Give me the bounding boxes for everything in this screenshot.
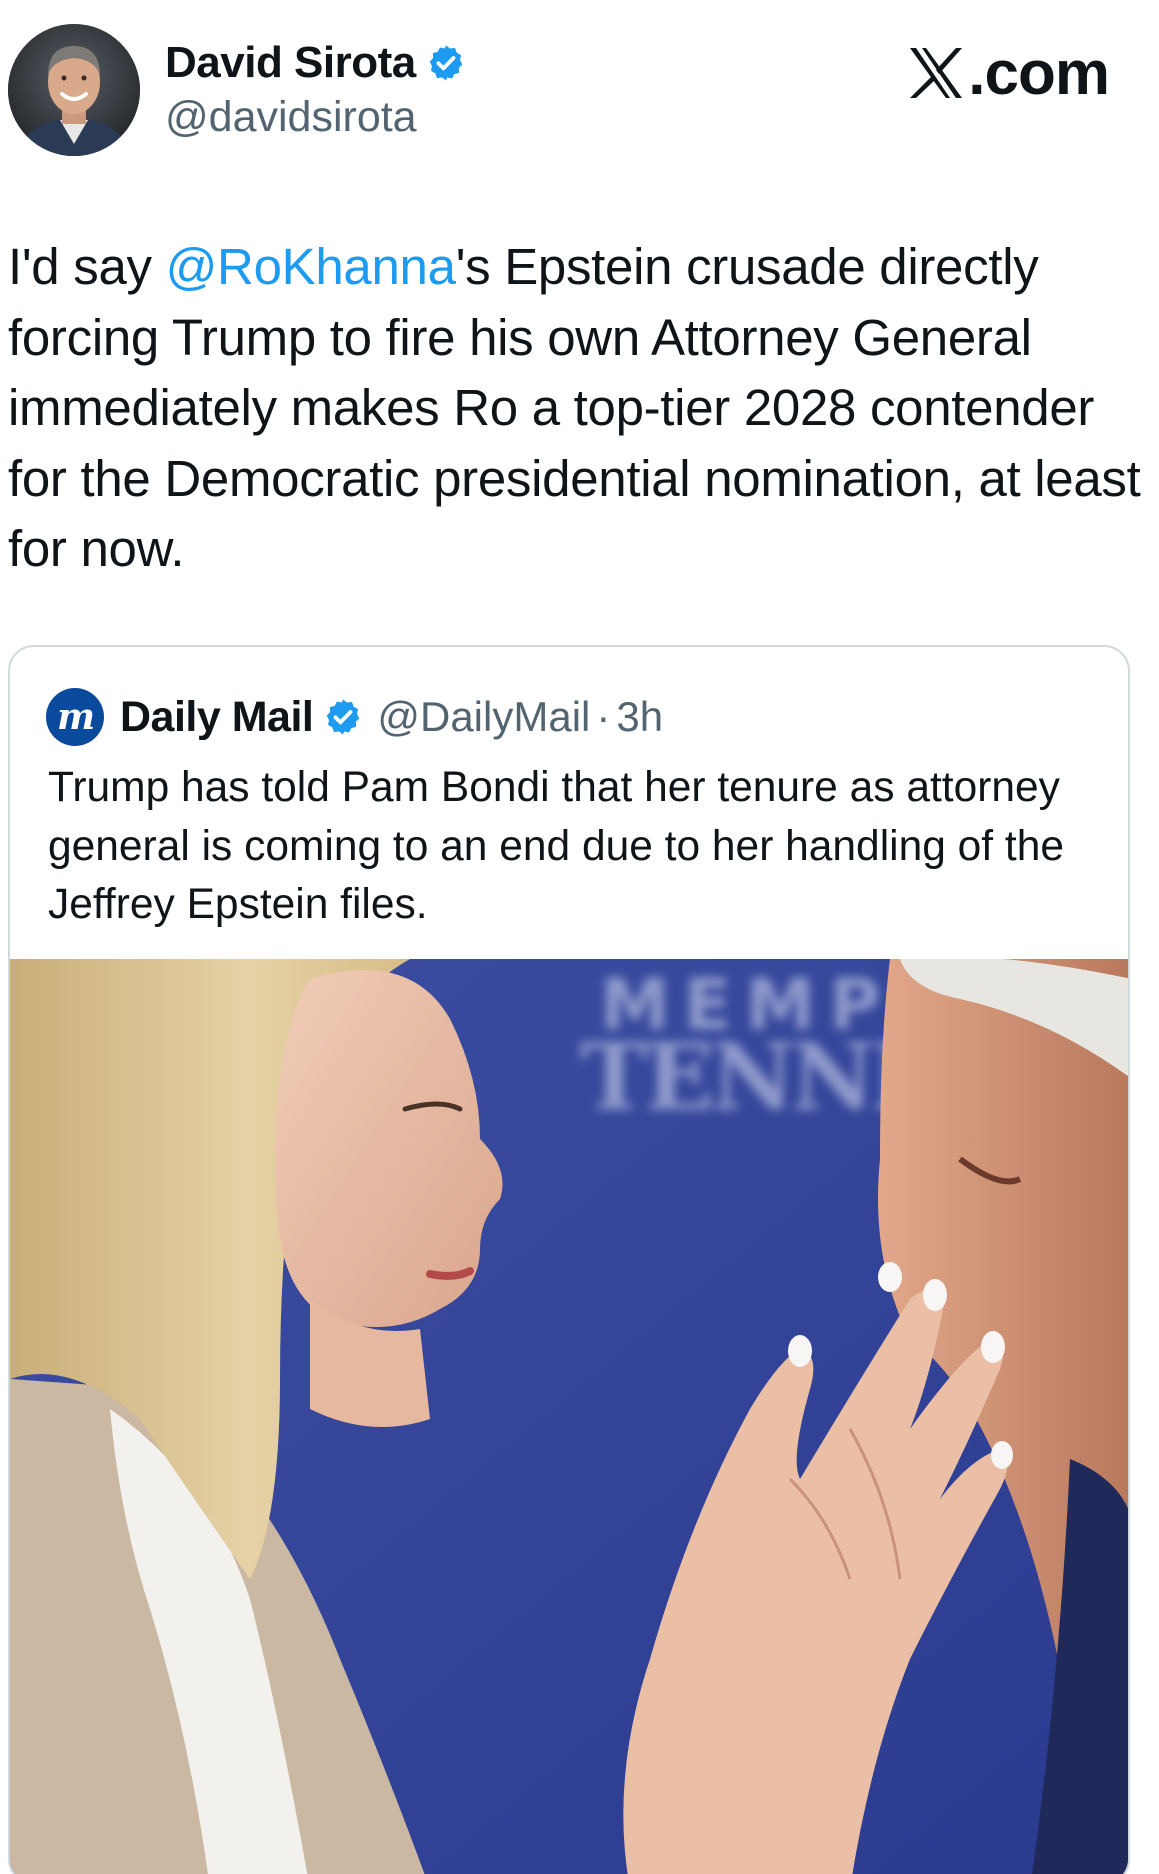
quote-media-image[interactable]: MEMP TENNES [10,959,1128,1874]
author-handle[interactable]: @davidsirota [165,92,417,142]
quote-author-name[interactable]: Daily Mail [120,693,314,742]
quote-separator: · [596,693,611,740]
site-brand: .com [906,38,1110,108]
site-brand-suffix: .com [968,38,1110,108]
daily-mail-logo-icon[interactable]: m [46,688,104,746]
author-avatar[interactable] [8,24,140,156]
quote-timestamp[interactable]: 3h [616,693,663,741]
quoted-tweet-card[interactable]: m Daily Mail @DailyMail · 3h Trump has t… [8,645,1130,1874]
x-logo-icon [906,44,966,102]
quote-header: m Daily Mail @DailyMail · 3h [46,687,663,747]
tweet-text-before: I'd say [8,238,166,295]
quote-author-handle[interactable]: @DailyMail [377,693,590,741]
tweet-text: I'd say @RoKhanna's Epstein crusade dire… [8,232,1148,585]
author-name-row[interactable]: David Sirota [165,38,466,88]
author-name[interactable]: David Sirota [165,38,416,88]
verified-badge-icon [323,697,363,737]
verified-badge-icon [426,43,466,83]
quote-text: Trump has told Pam Bondi that her tenure… [48,764,1064,928]
tweet-header: David Sirota @davidsirota .com [0,0,1159,170]
mention-link[interactable]: @RoKhanna [166,238,456,295]
